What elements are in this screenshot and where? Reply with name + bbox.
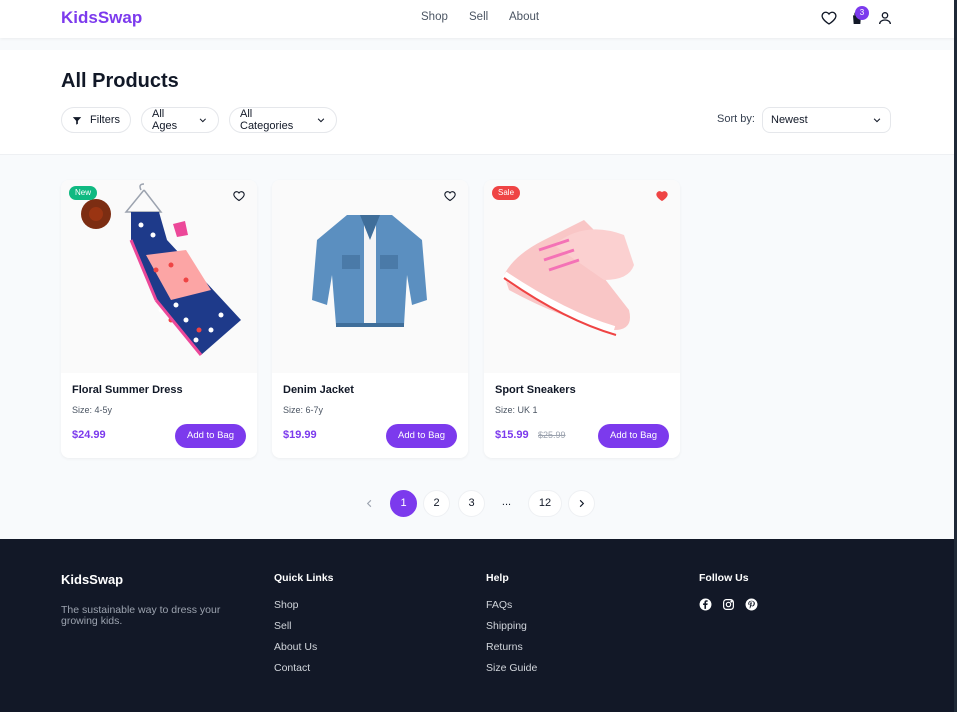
footer-link-shipping[interactable]: Shipping [486, 620, 527, 632]
follow-us-title: Follow Us [699, 572, 749, 584]
product-image-jacket[interactable] [272, 180, 468, 373]
filter-icon [72, 116, 82, 125]
user-icon[interactable] [877, 10, 893, 26]
footer-tagline: The sustainable way to dress your growin… [61, 604, 221, 627]
nav-about[interactable]: About [509, 11, 539, 23]
footer-link-sell[interactable]: Sell [274, 620, 292, 632]
quick-links-title: Quick Links [274, 572, 334, 584]
help-title: Help [486, 572, 509, 584]
footer-link-contact[interactable]: Contact [274, 662, 310, 674]
site-logo[interactable]: KidsSwap [61, 8, 142, 28]
facebook-icon[interactable] [699, 598, 712, 611]
instagram-icon[interactable] [722, 598, 735, 611]
page-title: All Products [61, 70, 179, 92]
footer-link-shop[interactable]: Shop [274, 599, 299, 611]
page-12-button[interactable]: 12 [528, 490, 562, 517]
nav-sell[interactable]: Sell [469, 11, 488, 23]
footer-link-returns[interactable]: Returns [486, 641, 523, 653]
pagination-ellipsis: ... [501, 496, 512, 508]
filters-button[interactable]: Filters [61, 107, 131, 133]
footer-link-size-guide[interactable]: Size Guide [486, 662, 537, 674]
heart-icon[interactable] [821, 10, 837, 26]
product-card[interactable]: Sale Sport Sneakers Size: UK 1 $15.99 $2… [484, 180, 680, 458]
original-price: $25.99 [538, 430, 566, 440]
status-badge: New [69, 186, 98, 200]
ages-dropdown[interactable]: All Ages [141, 107, 219, 133]
product-card[interactable]: New Floral Summer Dress Size: 4-5y $24.9… [61, 180, 257, 458]
product-card[interactable]: Denim Jacket Size: 6-7y $19.99 Add to Ba… [272, 180, 468, 458]
product-image-dress[interactable]: New [61, 180, 257, 373]
page-3-button[interactable]: 3 [458, 490, 485, 517]
add-to-bag-button[interactable]: Add to Bag [598, 424, 669, 448]
product-size: Size: 4-5y [72, 405, 113, 415]
page-2-button[interactable]: 2 [423, 490, 450, 517]
chevron-down-icon [873, 118, 881, 123]
footer-link-about-us[interactable]: About Us [274, 641, 317, 653]
product-name[interactable]: Floral Summer Dress [72, 384, 183, 396]
next-page-button[interactable] [568, 490, 595, 517]
product-name[interactable]: Denim Jacket [283, 384, 354, 396]
sort-label: Sort by: [717, 113, 755, 125]
product-name[interactable]: Sport Sneakers [495, 384, 576, 396]
product-size: Size: 6-7y [283, 405, 324, 415]
pinterest-icon[interactable] [745, 598, 758, 611]
add-to-bag-button[interactable]: Add to Bag [175, 424, 246, 448]
heart-icon[interactable] [656, 190, 668, 202]
products-toolbar: All Products Filters All Ages All Catego… [0, 50, 957, 155]
product-price: $15.99 [495, 429, 529, 441]
page-1-button[interactable]: 1 [390, 490, 417, 517]
add-to-bag-button[interactable]: Add to Bag [386, 424, 457, 448]
ages-value: All Ages [152, 108, 178, 132]
site-header: KidsSwap Shop Sell About 3 [0, 0, 957, 38]
product-size: Size: UK 1 [495, 405, 538, 415]
status-badge: Sale [492, 186, 521, 200]
nav-shop[interactable]: Shop [421, 11, 448, 23]
filters-label: Filters [90, 114, 120, 126]
sort-dropdown[interactable]: Newest [762, 107, 891, 133]
cart-count-badge: 3 [855, 6, 869, 20]
footer-logo: KidsSwap [61, 572, 124, 587]
heart-icon[interactable] [233, 190, 245, 202]
categories-dropdown[interactable]: All Categories [229, 107, 337, 133]
footer-link-faqs[interactable]: FAQs [486, 599, 512, 611]
chevron-down-icon [200, 118, 207, 123]
product-price: $24.99 [72, 429, 106, 441]
chevron-left-icon [366, 499, 372, 508]
product-image-sneakers[interactable]: Sale [484, 180, 680, 373]
chevron-down-icon [317, 118, 325, 123]
site-footer: KidsSwap The sustainable way to dress yo… [0, 539, 957, 712]
sort-value: Newest [771, 114, 808, 126]
prev-page-button[interactable] [356, 490, 383, 517]
categories-value: All Categories [240, 108, 294, 132]
chevron-right-icon [579, 499, 585, 508]
product-price: $19.99 [283, 429, 317, 441]
heart-icon[interactable] [444, 190, 456, 202]
